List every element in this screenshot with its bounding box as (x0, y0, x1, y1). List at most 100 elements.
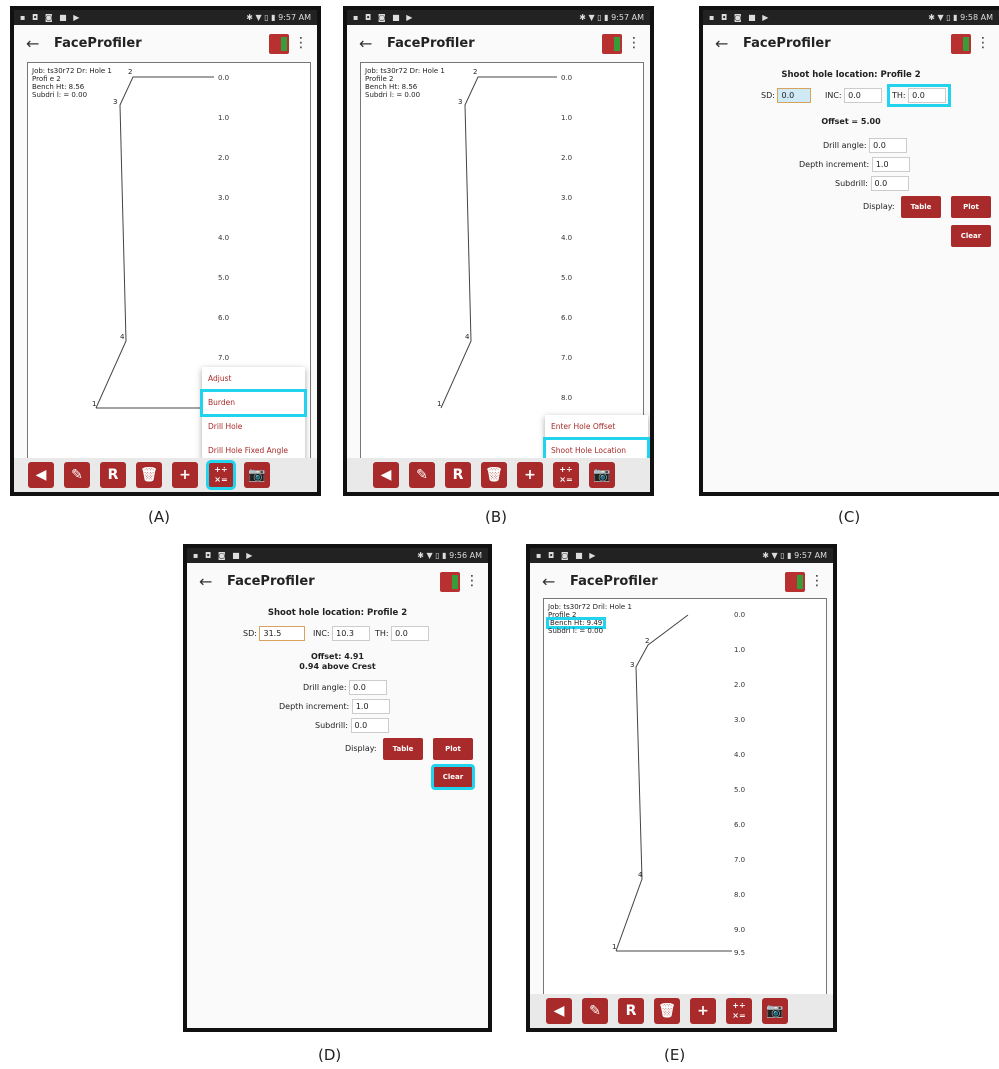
depth-increment-input[interactable]: 1.0 (871, 157, 910, 172)
menu-item-drill-hole[interactable]: Drill Hole (202, 415, 305, 439)
subdrill-input[interactable]: 0.0 (350, 718, 389, 733)
calc-popup-menu: Enter Hole Offset Shoot Hole Location (543, 415, 650, 465)
delete-button[interactable]: 🗑 (481, 462, 507, 488)
add-button[interactable]: + (172, 462, 198, 488)
display-label: Display: (863, 202, 895, 211)
app-logo-icon[interactable] (951, 34, 971, 54)
undo-button[interactable]: ◀ (546, 998, 572, 1024)
app-title: FaceProfiler (54, 36, 142, 51)
caption-c: (C) (838, 508, 861, 526)
sd-input[interactable]: 31.5 (259, 626, 306, 641)
inc-input[interactable]: 0.0 (844, 88, 883, 103)
inc-input[interactable]: 10.3 (332, 626, 371, 641)
back-arrow-icon[interactable]: ← (359, 34, 372, 53)
overflow-menu-icon[interactable]: ⋮ (465, 573, 479, 589)
display-label: Display: (345, 744, 377, 753)
table-button[interactable]: Table (383, 738, 423, 760)
calculator-button[interactable]: +÷ ×= (206, 460, 236, 490)
sd-label: SD: (761, 91, 775, 100)
sd-group: SD: 0.0 (761, 88, 812, 103)
add-button[interactable]: + (690, 998, 716, 1024)
undo-button[interactable]: ◀ (373, 462, 399, 488)
plot-button[interactable]: Plot (433, 738, 473, 760)
app-logo-icon[interactable] (785, 572, 805, 592)
sd-input[interactable]: 0.0 (777, 88, 812, 103)
overflow-menu-icon[interactable]: ⋮ (294, 35, 308, 51)
caption-d: (D) (318, 1046, 342, 1064)
status-icons: ▪ ◘ ◙ ■ ▶ (193, 551, 255, 560)
drill-angle-input[interactable]: 0.0 (869, 138, 908, 153)
camera-button[interactable]: 📷 (589, 462, 615, 488)
clear-button[interactable]: Clear (431, 764, 475, 790)
th-label: TH: (892, 91, 906, 100)
depth-tick: 8.0 (561, 394, 572, 402)
r-button[interactable]: R (100, 462, 126, 488)
point-label: 1 (92, 400, 96, 408)
app-title: FaceProfiler (570, 574, 658, 589)
depth-tick: 4.0 (218, 234, 229, 242)
back-arrow-icon[interactable]: ← (26, 34, 39, 53)
app-logo-icon[interactable] (602, 34, 622, 54)
depth-tick: 9.5 (734, 949, 745, 957)
app-logo-icon[interactable] (269, 34, 289, 54)
overflow-menu-icon[interactable]: ⋮ (810, 573, 824, 589)
depth-tick: 4.0 (561, 234, 572, 242)
overflow-menu-icon[interactable]: ⋮ (976, 35, 990, 51)
sd-label: SD: (243, 629, 257, 638)
drill-angle-group: Drill angle: 0.0 (303, 680, 388, 695)
delete-button[interactable]: 🗑 (654, 998, 680, 1024)
th-input[interactable]: 0.0 (908, 88, 947, 103)
th-input[interactable]: 0.0 (391, 626, 430, 641)
shoot-hole-form: Shoot hole location: Profile 2 SD: 0.0 I… (703, 70, 999, 270)
app-logo-icon[interactable] (440, 572, 460, 592)
depth-increment-label: Depth increment: (279, 702, 350, 711)
point-label: 2 (645, 637, 649, 645)
undo-button[interactable]: ◀ (28, 462, 54, 488)
r-button[interactable]: R (618, 998, 644, 1024)
delete-button[interactable]: 🗑 (136, 462, 162, 488)
depth-tick: 2.0 (561, 154, 572, 162)
app-bar: ← FaceProfiler ⋮ (14, 25, 317, 63)
add-button[interactable]: + (517, 462, 543, 488)
bottom-toolbar: ◀ ✎ R 🗑 + +÷ ×= 📷 (347, 458, 650, 492)
depth-increment-group: Depth increment: 1.0 (799, 157, 910, 172)
overflow-menu-icon[interactable]: ⋮ (627, 35, 641, 51)
subdrill-input[interactable]: 0.0 (870, 176, 909, 191)
point-label: 1 (612, 943, 616, 951)
edit-button[interactable]: ✎ (64, 462, 90, 488)
menu-item-burden[interactable]: Burden (200, 389, 307, 417)
table-button[interactable]: Table (901, 196, 941, 218)
r-button[interactable]: R (445, 462, 471, 488)
status-icons: ▪ ◘ ◙ ■ ▶ (709, 13, 771, 22)
depth-tick: 5.0 (561, 274, 572, 282)
back-arrow-icon[interactable]: ← (542, 572, 555, 591)
edit-button[interactable]: ✎ (409, 462, 435, 488)
depth-increment-input[interactable]: 1.0 (351, 699, 390, 714)
form-heading: Shoot hole location: Profile 2 (781, 70, 921, 80)
calculator-button[interactable]: +÷ ×= (726, 998, 752, 1024)
back-arrow-icon[interactable]: ← (199, 572, 212, 591)
caption-a: (A) (148, 508, 170, 526)
plot-canvas: 2 3 4 1 0.0 1.0 2.0 3.0 4.0 5.0 6.0 7.0 … (612, 611, 745, 957)
menu-item-enter-hole-offset[interactable]: Enter Hole Offset (545, 415, 648, 439)
camera-button[interactable]: 📷 (762, 998, 788, 1024)
depth-tick: 3.0 (218, 194, 229, 202)
back-arrow-icon[interactable]: ← (715, 34, 728, 53)
status-time: ✱ ▼ ▯ ▮ 9:56 AM (417, 551, 482, 560)
depth-tick: 0.0 (734, 611, 745, 619)
menu-item-adjust[interactable]: Adjust (202, 367, 305, 391)
clear-button[interactable]: Clear (951, 225, 991, 247)
status-icons: ▪ ◘ ◙ ■ ▶ (353, 13, 415, 22)
status-time: ✱ ▼ ▯ ▮ 9:57 AM (579, 13, 644, 22)
plot-button[interactable]: Plot (951, 196, 991, 218)
calculator-button[interactable]: +÷ ×= (553, 462, 579, 488)
screenshot-e: ▪ ◘ ◙ ■ ▶ ✱ ▼ ▯ ▮ 9:57 AM ← FaceProfiler… (526, 544, 837, 1032)
depth-tick: 2.0 (734, 681, 745, 689)
depth-tick: 5.0 (218, 274, 229, 282)
drill-angle-input[interactable]: 0.0 (349, 680, 388, 695)
bottom-toolbar: ◀ ✎ R 🗑 + +÷ ×= 📷 (530, 994, 833, 1028)
depth-tick: 6.0 (218, 314, 229, 322)
edit-button[interactable]: ✎ (582, 998, 608, 1024)
camera-button[interactable]: 📷 (244, 462, 270, 488)
crest-text: 0.94 above Crest (299, 662, 376, 671)
